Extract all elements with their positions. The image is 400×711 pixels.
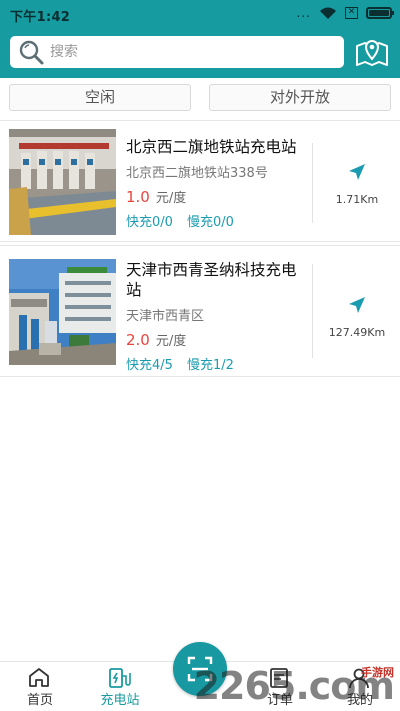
price-value: 1.0 [126, 188, 150, 206]
station-distance: 127.49Km [328, 326, 386, 339]
station-card[interactable]: 天津市西青圣纳科技充电站 天津市西青区 2.0 元/度 快充4/5 慢充1/2 12… [0, 245, 400, 377]
status-icons: ... ✕ [296, 6, 394, 20]
station-info: 北京西二旗地铁站充电站 北京西二旗地铁站338号 1.0 元/度 快充0/0 慢充0… [126, 137, 304, 230]
filter-idle-button[interactable]: 空闲 [9, 84, 191, 111]
card-divider [312, 264, 313, 358]
fast-charge-count: 快充0/0 [126, 215, 173, 230]
card-divider [312, 143, 313, 223]
slow-charge-count: 慢充0/0 [186, 215, 234, 230]
station-price: 1.0 元/度 [126, 187, 304, 206]
tab-charging-station[interactable]: 充电站 [80, 662, 160, 711]
header: 下午1:42 ... ✕ [0, 0, 400, 78]
navigate-button[interactable]: 1.71Km [314, 163, 400, 206]
filter-bar: 空闲 对外开放 [0, 84, 400, 112]
notification-dots: ... [296, 6, 311, 20]
charger-availability: 快充0/0 慢充0/0 [126, 211, 304, 230]
price-unit: 元/度 [155, 334, 187, 349]
map-button[interactable] [354, 34, 390, 70]
search-input[interactable] [50, 44, 330, 60]
station-list: 北京西二旗地铁站充电站 北京西二旗地铁站338号 1.0 元/度 快充0/0 慢充0… [0, 120, 400, 377]
station-photo [9, 259, 116, 365]
station-distance: 1.71Km [335, 193, 379, 206]
sim-x-icon: ✕ [345, 7, 358, 19]
tab-charging-station-label: 充电站 [100, 693, 140, 708]
search-icon [19, 40, 44, 65]
home-icon [29, 668, 49, 687]
station-address: 天津市西青区 [126, 309, 205, 324]
tab-home-label: 首页 [26, 693, 53, 708]
battery-icon [366, 7, 394, 19]
price-value: 2.0 [126, 331, 150, 349]
status-bar: 下午1:42 ... ✕ [0, 0, 400, 28]
station-price: 2.0 元/度 [126, 330, 304, 349]
watermark: 2265.com 手游网 [194, 664, 395, 708]
price-unit: 元/度 [155, 191, 187, 206]
watermark-sub: 手游网 [361, 666, 394, 679]
map-location-icon [356, 40, 388, 66]
station-address: 北京西二旗地铁站338号 [126, 166, 268, 181]
station-photo [9, 129, 116, 235]
status-time: 下午1:42 [10, 10, 71, 25]
fast-charge-count: 快充4/5 [126, 358, 173, 373]
station-info: 天津市西青圣纳科技充电站 天津市西青区 2.0 元/度 快充4/5 慢充1/2 [126, 260, 304, 373]
charging-station-icon [109, 668, 131, 688]
slow-charge-count: 慢充1/2 [186, 358, 234, 373]
navigation-arrow-icon [349, 297, 365, 313]
navigation-arrow-icon [349, 164, 365, 180]
bottom-tab-bar: 首页 充电站 订单 我的 2265.com 手游网 [0, 642, 400, 711]
wifi-icon [320, 7, 336, 19]
charger-availability: 快充4/5 慢充1/2 [126, 354, 304, 373]
filter-public-button[interactable]: 对外开放 [209, 84, 391, 111]
station-name: 天津市西青圣纳科技充电站 [126, 261, 297, 299]
station-card[interactable]: 北京西二旗地铁站充电站 北京西二旗地铁站338号 1.0 元/度 快充0/0 慢充0… [0, 120, 400, 242]
app-screen: 下午1:42 ... ✕ 搜索 空闲 对外开放 北京西二旗地铁站充电站 北京西二… [0, 0, 400, 711]
tab-home[interactable]: 首页 [0, 662, 80, 711]
search-bar[interactable] [10, 36, 344, 68]
station-name: 北京西二旗地铁站充电站 [126, 138, 297, 156]
navigate-button[interactable]: 127.49Km [314, 296, 400, 339]
